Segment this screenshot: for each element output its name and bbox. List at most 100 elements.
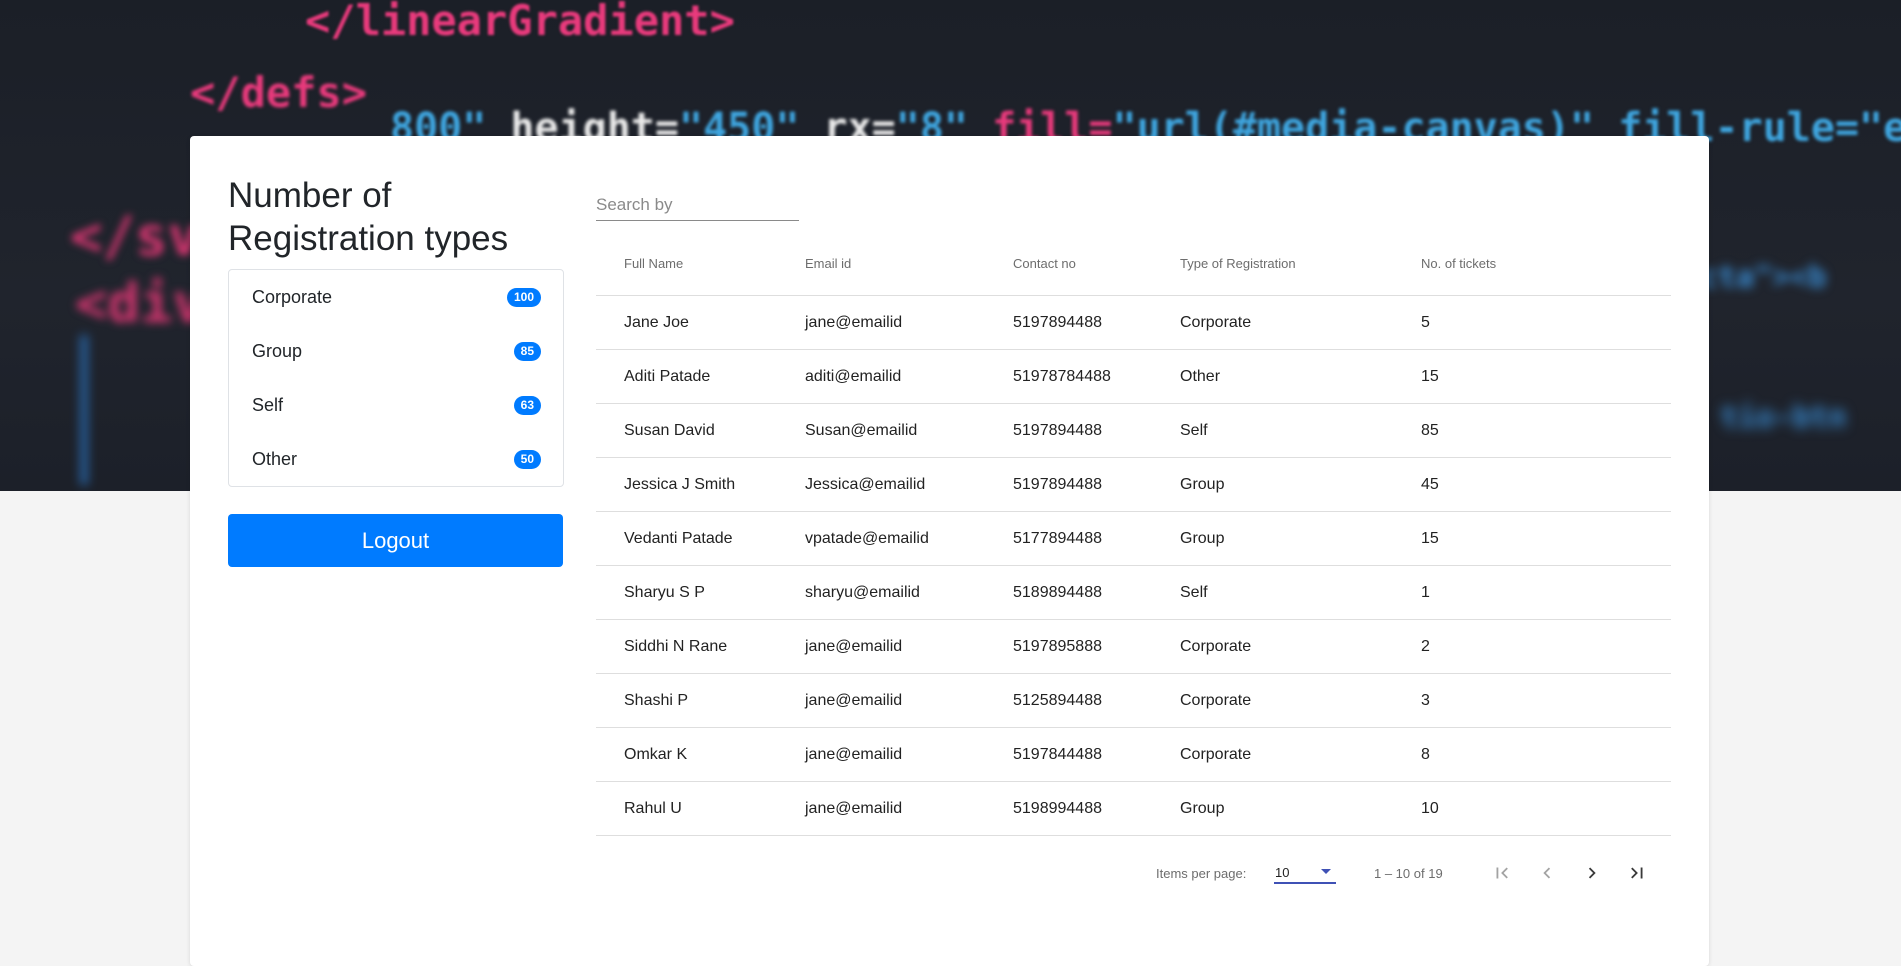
table-row: Sharyu S P sharyu@emailid 5189894488 Sel… bbox=[596, 565, 1671, 620]
header-contact: Contact no bbox=[1013, 231, 1180, 296]
cell-registration-type: Group bbox=[1180, 457, 1421, 512]
items-per-page-select[interactable]: 10 bbox=[1274, 860, 1336, 884]
cell-tickets: 3 bbox=[1421, 673, 1671, 728]
reg-type-group: Group 85 bbox=[229, 324, 563, 378]
cell-full-name: Jessica J Smith bbox=[596, 457, 805, 512]
cell-registration-type: Self bbox=[1180, 403, 1421, 458]
count-badge: 85 bbox=[513, 341, 541, 361]
cell-email: jane@emailid bbox=[805, 727, 1013, 782]
table-row: Aditi Patade aditi@emailid 51978784488 O… bbox=[596, 349, 1671, 404]
cell-contact: 5125894488 bbox=[1013, 673, 1180, 728]
cell-contact: 5177894488 bbox=[1013, 511, 1180, 566]
registration-types-list: Corporate 100 Group 85 Self 63 Other 50 bbox=[228, 269, 564, 487]
cell-registration-type: Group bbox=[1180, 511, 1421, 566]
cell-full-name: Aditi Patade bbox=[596, 349, 805, 404]
cell-registration-type: Other bbox=[1180, 349, 1421, 404]
cell-contact: 51978784488 bbox=[1013, 349, 1180, 404]
table-row: Jessica J Smith Jessica@emailid 51978944… bbox=[596, 457, 1671, 512]
next-page-icon bbox=[1588, 867, 1596, 879]
cell-registration-type: Self bbox=[1180, 565, 1421, 620]
sidebar-title: Number of Registration types bbox=[228, 176, 509, 258]
previous-page-icon bbox=[1543, 867, 1551, 879]
count-badge: 63 bbox=[513, 395, 541, 415]
range-label: 1 – 10 of 19 bbox=[1374, 866, 1443, 881]
logout-button[interactable]: Logout bbox=[228, 514, 563, 567]
cell-full-name: Sharyu S P bbox=[596, 565, 805, 620]
cell-tickets: 1 bbox=[1421, 565, 1671, 620]
cell-email: Jessica@emailid bbox=[805, 457, 1013, 512]
search-input[interactable] bbox=[596, 192, 799, 218]
header-tickets: No. of tickets bbox=[1421, 231, 1671, 296]
cell-tickets: 8 bbox=[1421, 727, 1671, 782]
cell-contact: 5197894488 bbox=[1013, 457, 1180, 512]
cell-full-name: Shashi P bbox=[596, 673, 805, 728]
main-card: Number of Registration types Corporate 1… bbox=[190, 136, 1709, 966]
cell-full-name: Siddhi N Rane bbox=[596, 619, 805, 674]
cell-full-name: Rahul U bbox=[596, 781, 805, 836]
registrations-table: Full Name Email id Contact no Type of Re… bbox=[596, 231, 1671, 836]
cell-registration-type: Group bbox=[1180, 781, 1421, 836]
dropdown-arrow-icon bbox=[1321, 869, 1331, 874]
cell-full-name: Vedanti Patade bbox=[596, 511, 805, 566]
items-per-page-value: 10 bbox=[1275, 865, 1290, 880]
table-row: Shashi P jane@emailid 5125894488 Corpora… bbox=[596, 673, 1671, 728]
bg-code-line: tio-btn bbox=[1720, 400, 1847, 435]
cell-registration-type: Corporate bbox=[1180, 727, 1421, 782]
reg-type-other: Other 50 bbox=[229, 432, 563, 486]
cell-contact: 5197895888 bbox=[1013, 619, 1180, 674]
cell-email: jane@emailid bbox=[805, 619, 1013, 674]
cell-full-name: Jane Joe bbox=[596, 295, 805, 350]
cell-email: vpatade@emailid bbox=[805, 511, 1013, 566]
bg-code-line: </linearGradient> bbox=[305, 0, 735, 45]
first-page-button[interactable] bbox=[1487, 858, 1517, 888]
cell-tickets: 2 bbox=[1421, 619, 1671, 674]
next-page-button[interactable] bbox=[1577, 858, 1607, 888]
cell-registration-type: Corporate bbox=[1180, 619, 1421, 674]
cell-tickets: 45 bbox=[1421, 457, 1671, 512]
last-page-button[interactable] bbox=[1622, 858, 1652, 888]
bg-streak bbox=[80, 335, 88, 485]
cell-contact: 5198994488 bbox=[1013, 781, 1180, 836]
header-email: Email id bbox=[805, 231, 1013, 296]
cell-email: jane@emailid bbox=[805, 781, 1013, 836]
reg-type-corporate: Corporate 100 bbox=[229, 270, 563, 324]
cell-registration-type: Corporate bbox=[1180, 673, 1421, 728]
items-per-page-label: Items per page: bbox=[1156, 866, 1247, 881]
table-row: Jane Joe jane@emailid 5197894488 Corpora… bbox=[596, 295, 1671, 350]
first-page-icon bbox=[1496, 867, 1508, 879]
search-field[interactable] bbox=[596, 192, 799, 221]
cell-full-name: Susan David bbox=[596, 403, 805, 458]
reg-type-self: Self 63 bbox=[229, 378, 563, 432]
cell-email: jane@emailid bbox=[805, 295, 1013, 350]
cell-contact: 5197844488 bbox=[1013, 727, 1180, 782]
paginator: Items per page: 10 1 – 10 of 19 bbox=[596, 846, 1671, 902]
table-row: Vedanti Patade vpatade@emailid 517789448… bbox=[596, 511, 1671, 566]
cell-contact: 5197894488 bbox=[1013, 403, 1180, 458]
cell-email: sharyu@emailid bbox=[805, 565, 1013, 620]
table-row: Omkar K jane@emailid 5197844488 Corporat… bbox=[596, 727, 1671, 782]
cell-tickets: 15 bbox=[1421, 511, 1671, 566]
cell-tickets: 85 bbox=[1421, 403, 1671, 458]
reg-type-label: Self bbox=[252, 394, 284, 415]
bg-code-line: <div bbox=[75, 272, 206, 335]
cell-email: aditi@emailid bbox=[805, 349, 1013, 404]
header-full-name: Full Name bbox=[596, 231, 805, 296]
table-row: Rahul U jane@emailid 5198994488 Group 10 bbox=[596, 781, 1671, 836]
bg-code-line: </sv bbox=[70, 205, 201, 268]
previous-page-button[interactable] bbox=[1532, 858, 1562, 888]
cell-tickets: 15 bbox=[1421, 349, 1671, 404]
cell-tickets: 5 bbox=[1421, 295, 1671, 350]
cell-registration-type: Corporate bbox=[1180, 295, 1421, 350]
bg-code-line: cta"><b bbox=[1700, 260, 1827, 295]
cell-email: jane@emailid bbox=[805, 673, 1013, 728]
cell-contact: 5189894488 bbox=[1013, 565, 1180, 620]
last-page-icon bbox=[1631, 867, 1643, 879]
table-row: Siddhi N Rane jane@emailid 5197895888 Co… bbox=[596, 619, 1671, 674]
header-registration-type: Type of Registration bbox=[1180, 231, 1421, 296]
reg-type-label: Other bbox=[252, 448, 298, 469]
count-badge: 100 bbox=[506, 287, 541, 307]
count-badge: 50 bbox=[513, 449, 541, 469]
reg-type-label: Corporate bbox=[252, 286, 333, 307]
cell-email: Susan@emailid bbox=[805, 403, 1013, 458]
bg-code-line: </defs> bbox=[190, 68, 368, 117]
